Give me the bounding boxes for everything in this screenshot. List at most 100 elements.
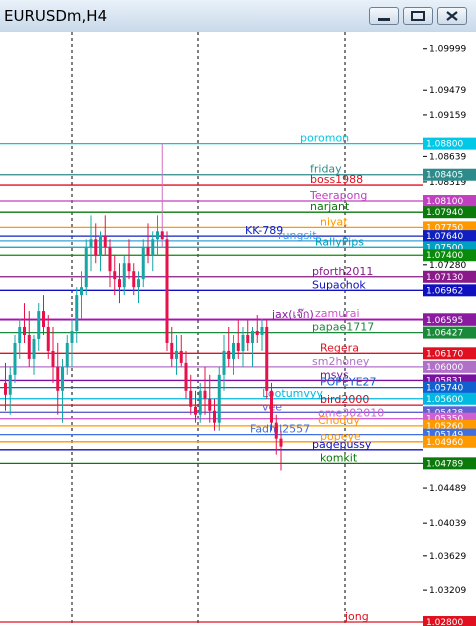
level-label: RallyPips xyxy=(315,235,364,248)
price-tag: 1.07400 xyxy=(426,251,463,261)
candle-body xyxy=(94,239,98,256)
level-label: Supachok xyxy=(312,278,366,291)
candle-body xyxy=(260,327,264,335)
candle-body xyxy=(217,374,221,423)
chart-window: EURUSDm,H4 poromon friday boss1988 Teerapon… xyxy=(0,0,476,626)
candle-body xyxy=(103,235,107,248)
candle-body xyxy=(27,334,31,359)
candle-body xyxy=(75,295,79,331)
candle-body xyxy=(56,366,60,391)
candle-body xyxy=(265,327,269,391)
price-tag: 1.06427 xyxy=(426,329,463,339)
scale-tick-label: 1.09999 xyxy=(429,45,466,55)
level-label: pagepussy xyxy=(312,438,372,451)
candle-body xyxy=(213,410,216,423)
scale-tick-label: 1.04489 xyxy=(429,484,466,494)
candle-body xyxy=(18,327,22,343)
candle-body xyxy=(232,342,235,359)
candle-body xyxy=(222,350,226,375)
chart-canvas[interactable]: poromonfridayboss1988Teerapongnarjantniy… xyxy=(0,32,423,626)
candle-body xyxy=(118,279,121,288)
scale-tick-label: 1.04039 xyxy=(429,519,466,529)
candle-body xyxy=(156,231,159,240)
price-tag: 1.06000 xyxy=(426,363,463,373)
price-tag: 1.06962 xyxy=(426,286,463,296)
candle-body xyxy=(23,327,26,335)
price-scale[interactable]: 1.099991.094791.091591.086391.083191.076… xyxy=(423,32,476,626)
candle-body xyxy=(203,390,207,399)
price-tag: 1.05600 xyxy=(426,395,463,405)
candle-body xyxy=(51,350,55,367)
candle-body xyxy=(132,271,136,288)
candle-body xyxy=(13,342,17,375)
level-label: rungsit xyxy=(278,229,317,242)
minimize-icon xyxy=(370,8,398,24)
candle-body xyxy=(175,350,178,359)
candle-body xyxy=(270,390,273,423)
level-label: komkit xyxy=(320,451,358,464)
level-label: Regera xyxy=(320,341,359,354)
candle-body xyxy=(99,235,102,256)
candle-body xyxy=(255,330,259,335)
price-tag: 1.07940 xyxy=(426,208,463,218)
price-tag: 1.08100 xyxy=(426,197,463,207)
price-tag: 1.07640 xyxy=(426,232,463,242)
candle-body xyxy=(170,342,174,359)
candle-body xyxy=(198,390,202,415)
candle-body xyxy=(32,338,36,359)
price-tag: 1.02800 xyxy=(426,618,463,626)
candle-body xyxy=(241,334,245,351)
price-tag: 1.06170 xyxy=(426,349,463,359)
price-tag: 1.05740 xyxy=(426,384,463,394)
price-tag: 1.06595 xyxy=(426,316,463,326)
level-label: narjant xyxy=(310,200,350,213)
level-label: bird2000 xyxy=(320,393,369,406)
level-label: papae1717 xyxy=(312,321,374,334)
candle-body xyxy=(179,350,183,363)
candle-body xyxy=(127,263,131,272)
candle-body xyxy=(4,382,7,395)
level-label: boss1988 xyxy=(310,173,363,186)
candle-body xyxy=(251,330,254,343)
candle-body xyxy=(279,438,283,447)
candle-body xyxy=(42,311,45,328)
candle-body xyxy=(37,311,41,339)
level-label: niyat xyxy=(320,215,348,228)
level-label: jong xyxy=(344,610,369,623)
candle-body xyxy=(146,247,150,256)
price-scale-canvas: 1.099991.094791.091591.086391.083191.076… xyxy=(423,45,476,626)
price-tag: 1.08800 xyxy=(426,140,463,150)
price-tag: 1.07130 xyxy=(426,273,463,283)
candle-body xyxy=(189,390,193,407)
candle-body xyxy=(46,327,50,351)
candle-body xyxy=(246,334,250,343)
scale-tick-label: 1.03629 xyxy=(429,552,466,562)
candle-body xyxy=(160,231,164,240)
candle-body xyxy=(236,342,240,351)
close-button[interactable] xyxy=(437,7,467,25)
level-label: Choddy xyxy=(318,414,360,427)
candle-body xyxy=(65,342,69,367)
maximize-button[interactable] xyxy=(403,7,433,25)
price-tag: 1.04960 xyxy=(426,438,463,448)
scale-tick-label: 1.03209 xyxy=(429,586,466,596)
level-label: POPEYE27 xyxy=(320,376,377,389)
price-chart[interactable]: poromon friday boss1988 Teerapong narjant niy… xyxy=(0,32,423,626)
minimize-button[interactable] xyxy=(369,7,399,25)
window-title: EURUSDm,H4 xyxy=(4,7,108,25)
close-icon xyxy=(438,8,466,24)
candle-body xyxy=(165,239,169,343)
candle-body xyxy=(89,239,93,248)
level-label: sm2honey xyxy=(312,355,370,368)
candle-body xyxy=(151,239,155,256)
level-label: pforth2011 xyxy=(312,265,373,278)
title-bar[interactable]: EURUSDm,H4 xyxy=(0,0,476,33)
level-label: Fadhil2557 xyxy=(250,423,310,436)
scale-tick-label: 1.08639 xyxy=(429,152,466,162)
price-tag: 1.08405 xyxy=(426,171,463,181)
level-label: jax(เจ๊ก) xyxy=(271,308,314,321)
candle-body xyxy=(137,279,140,288)
candle-body xyxy=(61,366,64,391)
candle-body xyxy=(8,374,12,395)
candle-body xyxy=(84,247,88,288)
